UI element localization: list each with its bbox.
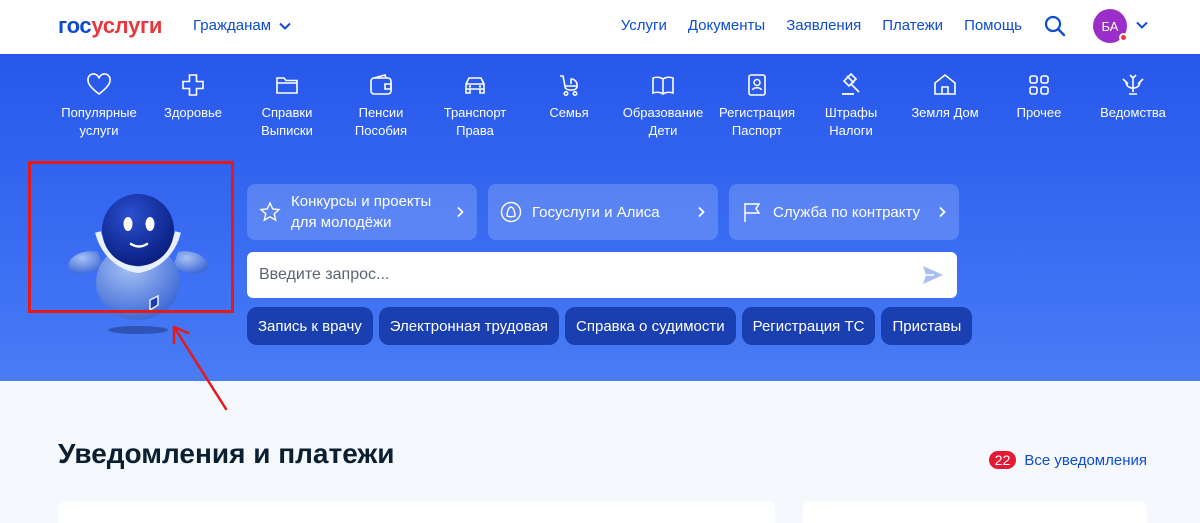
quick-link-label: Конкурсы и проекты для молодёжи	[291, 193, 432, 231]
stroller-icon	[560, 75, 578, 97]
chip-criminal-record[interactable]: Справка о судимости	[565, 307, 736, 345]
category-pensions[interactable]: Пенсии Пособия	[334, 72, 428, 140]
nav-help[interactable]: Помощь	[964, 17, 1022, 34]
quick-link-label: Служба по контракту	[773, 203, 921, 221]
quick-link-label: Госуслуги и Алиса	[532, 203, 660, 221]
book-icon	[652, 76, 674, 95]
category-education[interactable]: Образование Дети	[616, 72, 710, 140]
all-notifications-link[interactable]: 22 Все уведомления	[988, 451, 1147, 469]
category-departments[interactable]: Ведомства	[1086, 72, 1180, 140]
category-list: Популярные услуги Здоровье Справки Выпис…	[52, 72, 1180, 140]
flag-icon	[744, 203, 761, 222]
category-label: Пенсии Пособия	[354, 105, 408, 138]
chip-electronic-workbook[interactable]: Электронная трудовая	[378, 307, 560, 345]
category-certificates[interactable]: Справки Выписки	[240, 72, 334, 140]
nav-services[interactable]: Услуги	[621, 17, 667, 34]
medical-cross-icon	[182, 74, 204, 96]
avatar-initials: БА	[1101, 18, 1119, 34]
quick-link-youth[interactable]: Конкурсы и проекты для молодёжи	[247, 184, 477, 240]
category-fines[interactable]: Штрафы Налоги	[804, 72, 898, 140]
side-card	[803, 501, 1147, 523]
annotation-arrow	[172, 325, 228, 411]
nav-documents[interactable]: Документы	[688, 17, 765, 34]
chip-vehicle-registration[interactable]: Регистрация ТС	[741, 307, 876, 345]
chevron-right-icon	[939, 206, 946, 218]
grid-icon	[1029, 75, 1049, 95]
category-label: Штрафы Налоги	[824, 105, 878, 138]
category-label: Популярные услуги	[61, 105, 137, 138]
category-registration[interactable]: Регистрация Паспорт	[710, 72, 804, 140]
avatar[interactable]: БА	[1093, 9, 1128, 43]
nav-applications[interactable]: Заявления	[786, 17, 861, 34]
main-nav: Услуги Документы Заявления Платежи Помощ…	[600, 17, 1022, 34]
category-label: Земля Дом	[911, 105, 979, 120]
search-icon[interactable]	[1043, 14, 1067, 38]
chevron-right-icon	[698, 206, 705, 218]
category-label: Транспорт Права	[443, 105, 507, 138]
car-icon	[465, 77, 485, 94]
category-label: Справки Выписки	[261, 105, 313, 138]
quick-link-contract-service[interactable]: Служба по контракту	[729, 184, 959, 240]
chevron-right-icon	[457, 206, 464, 218]
search-bar	[247, 252, 957, 298]
category-label: Ведомства	[1100, 105, 1166, 120]
audience-selector[interactable]: Гражданам	[193, 17, 291, 34]
robot-highlight-frame	[28, 161, 234, 313]
logo-part-1: гос	[58, 13, 92, 38]
all-notifications-label: Все уведомления	[1024, 451, 1147, 469]
category-land[interactable]: Земля Дом	[898, 72, 992, 140]
alice-icon	[500, 201, 522, 223]
category-transport[interactable]: Транспорт Права	[428, 72, 522, 140]
send-icon[interactable]	[921, 263, 945, 287]
top-bar: госуслуги Гражданам Услуги Документы Зая…	[0, 0, 1200, 54]
section-title: Уведомления и платежи	[58, 438, 395, 469]
category-other[interactable]: Прочее	[992, 72, 1086, 140]
star-icon	[259, 201, 281, 222]
notifications-card	[58, 501, 775, 523]
avatar-notification-dot	[1119, 33, 1128, 42]
search-input[interactable]	[259, 266, 921, 284]
quick-link-alice[interactable]: Госуслуги и Алиса	[488, 184, 718, 240]
wallet-icon	[370, 74, 392, 95]
quick-links: Конкурсы и проекты для молодёжи Госуслуг…	[247, 184, 959, 240]
audience-label: Гражданам	[193, 17, 272, 34]
house-icon	[934, 73, 956, 95]
nav-payments[interactable]: Платежи	[882, 17, 943, 34]
chevron-down-icon	[279, 22, 291, 30]
category-label: Регистрация Паспорт	[719, 105, 795, 138]
notification-count-badge: 22	[988, 451, 1017, 469]
emblem-icon	[1122, 74, 1144, 95]
category-popular[interactable]: Популярные услуги	[52, 72, 146, 140]
chip-doctor-appointment[interactable]: Запись к врачу	[247, 307, 373, 345]
chevron-down-icon[interactable]	[1135, 18, 1149, 32]
logo-part-2: услуги	[91, 13, 163, 38]
category-family[interactable]: Семья	[522, 72, 616, 140]
gosuslugi-logo[interactable]: госуслуги	[58, 13, 162, 39]
folder-icon	[276, 77, 298, 94]
popular-requests: Запись к врачу Электронная трудовая Спра…	[247, 307, 973, 345]
category-label: Семья	[549, 105, 589, 120]
category-label: Здоровье	[163, 105, 223, 120]
gavel-icon	[842, 72, 860, 95]
category-label: Образование Дети	[622, 105, 704, 138]
heart-icon	[87, 73, 111, 96]
category-health[interactable]: Здоровье	[146, 72, 240, 140]
chip-bailiffs[interactable]: Приставы	[881, 307, 973, 345]
category-label: Прочее	[1016, 105, 1062, 120]
passport-icon	[748, 74, 766, 96]
